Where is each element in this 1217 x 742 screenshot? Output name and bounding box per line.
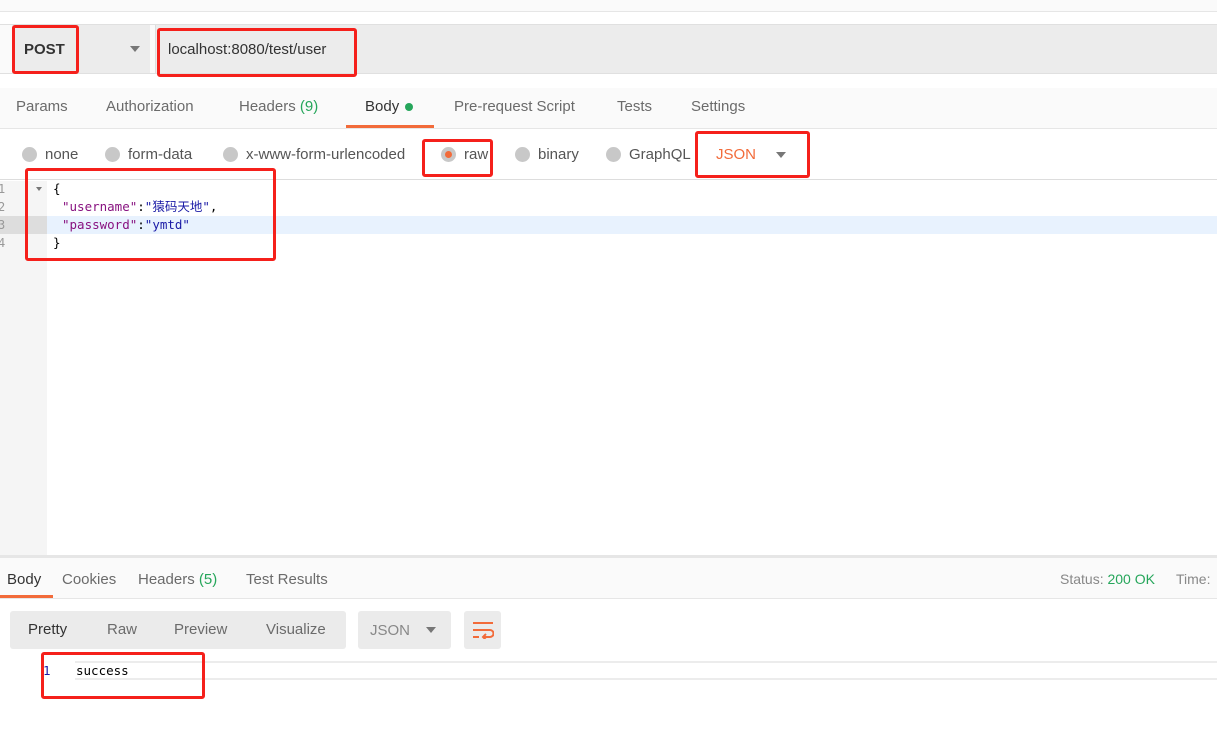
tab-pre-request-script[interactable]: Pre-request Script	[454, 98, 575, 115]
view-pretty[interactable]: Pretty	[28, 621, 67, 638]
line-number: 2	[0, 200, 6, 214]
body-format-select[interactable]: JSON	[716, 146, 787, 163]
tab-params[interactable]: Params	[16, 98, 68, 115]
line-number: 1	[0, 182, 6, 196]
response-format-value: JSON	[370, 621, 411, 639]
view-raw[interactable]: Raw	[107, 621, 137, 638]
radio-icon	[515, 147, 530, 162]
code-line: }	[53, 235, 61, 250]
radio-none[interactable]: none	[22, 146, 78, 163]
radio-graphql[interactable]: GraphQL	[606, 146, 691, 163]
tab-response-headers[interactable]: Headers (5)	[138, 571, 217, 588]
url-input[interactable]: localhost:8080/test/user	[155, 25, 1217, 73]
response-line-number: 1	[43, 663, 51, 678]
code-line: {	[53, 181, 61, 196]
body-format-value: JSON	[716, 146, 757, 163]
tab-body[interactable]: Body	[365, 98, 414, 115]
radio-raw[interactable]: raw	[441, 146, 488, 163]
active-tab-underline	[0, 595, 53, 598]
status-value: 200 OK	[1107, 571, 1155, 587]
tab-headers-label: Headers	[239, 98, 296, 115]
response-line	[75, 661, 1217, 680]
radio-icon	[22, 147, 37, 162]
body-indicator-dot	[405, 103, 414, 112]
headers-count: (9)	[299, 98, 319, 115]
wrap-lines-button[interactable]	[464, 611, 501, 649]
radio-x-www-form-urlencoded[interactable]: x-www-form-urlencoded	[223, 146, 405, 163]
radio-label: none	[45, 146, 79, 163]
tab-headers[interactable]: Headers (9)	[239, 98, 318, 115]
line-number: 3	[0, 218, 6, 232]
response-text: success	[76, 663, 129, 678]
radio-icon	[223, 147, 238, 162]
method-value: POST	[24, 40, 65, 58]
radio-binary[interactable]: binary	[515, 146, 579, 163]
tab-response-body[interactable]: Body	[7, 571, 41, 588]
tab-label: Headers	[138, 571, 195, 588]
radio-label: raw	[464, 146, 489, 163]
view-visualize[interactable]: Visualize	[266, 621, 326, 638]
status: Status: 200 OK	[1060, 571, 1155, 587]
request-tabs: Params Authorization Headers (9) Body Pr…	[0, 88, 1217, 129]
radio-label: binary	[538, 146, 579, 163]
headers-count: (5)	[198, 571, 218, 588]
code-line: "username":"猿码天地",	[62, 199, 218, 214]
radio-label: x-www-form-urlencoded	[246, 146, 406, 163]
tab-cookies[interactable]: Cookies	[62, 571, 116, 588]
radio-label: GraphQL	[629, 146, 691, 163]
wrap-icon	[472, 622, 494, 639]
radio-icon	[606, 147, 621, 162]
body-type-options: none form-data x-www-form-urlencoded raw…	[0, 130, 1217, 180]
tab-authorization[interactable]: Authorization	[106, 98, 194, 115]
status-label: Status:	[1060, 571, 1104, 587]
view-mode-toggle: Pretty Raw Preview Visualize	[10, 611, 346, 649]
code-line: "password":"ymtd"	[62, 217, 190, 232]
top-strip	[0, 0, 1217, 12]
radio-form-data[interactable]: form-data	[105, 146, 192, 163]
radio-selected-icon	[441, 147, 456, 162]
line-number: 4	[0, 236, 6, 250]
tab-body-label: Body	[365, 98, 400, 115]
chevron-down-icon	[776, 151, 787, 158]
view-preview[interactable]: Preview	[174, 621, 227, 638]
time-label: Time:	[1176, 571, 1211, 587]
code-lines: 1 2 3 4 { "username":"猿码天地", "password":…	[0, 180, 300, 260]
tab-settings[interactable]: Settings	[691, 98, 745, 115]
fold-arrow-icon[interactable]	[36, 187, 42, 191]
tab-test-results[interactable]: Test Results	[246, 571, 328, 588]
url-value: localhost:8080/test/user	[168, 40, 327, 58]
radio-label: form-data	[128, 146, 193, 163]
tab-tests[interactable]: Tests	[617, 98, 652, 115]
active-tab-underline	[346, 125, 434, 128]
response-tabs: Body Cookies Headers (5) Test Results St…	[0, 555, 1217, 599]
chevron-down-icon	[426, 627, 437, 633]
response-format-select[interactable]: JSON	[358, 611, 451, 649]
radio-icon	[105, 147, 120, 162]
chevron-down-icon	[130, 46, 140, 52]
method-select[interactable]: POST	[12, 25, 150, 73]
